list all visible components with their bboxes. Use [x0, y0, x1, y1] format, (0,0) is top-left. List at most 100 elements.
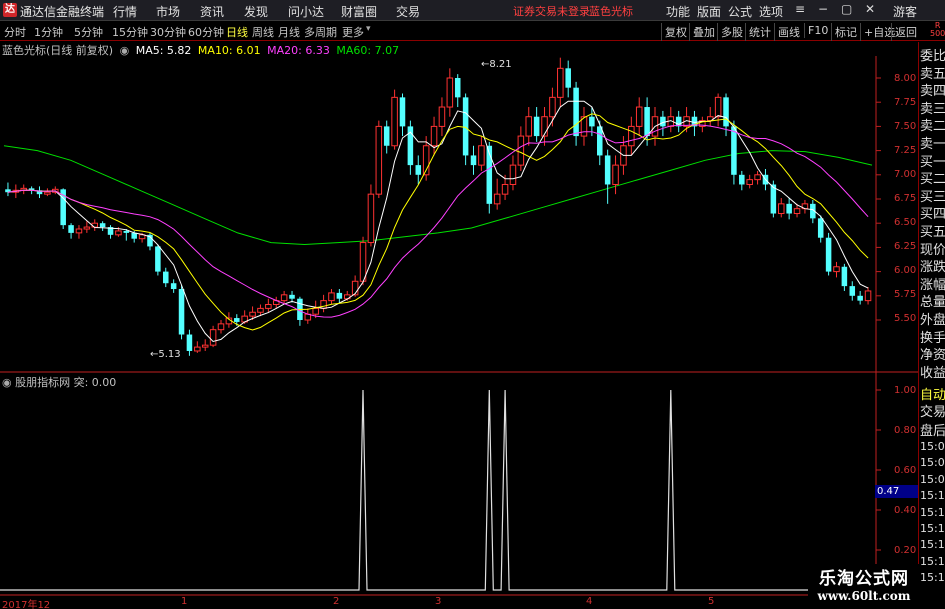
toolbar-stats[interactable]: 统计 [745, 23, 774, 41]
candle-body [209, 329, 217, 346]
period-tab-30min[interactable]: 30分钟 [150, 24, 186, 40]
toolbar-f10[interactable]: F10 [804, 23, 831, 38]
trade-label[interactable]: 盘后 [920, 420, 945, 439]
quote-label: 买三 [920, 189, 945, 205]
menu-function[interactable]: 功能 [666, 3, 690, 20]
toolbar-multi-stock[interactable]: 多股 [717, 23, 746, 41]
candle-body [194, 346, 201, 352]
restore-icon[interactable]: ▢ [841, 2, 852, 16]
candle-body [115, 230, 122, 236]
menu-trade[interactable]: 交易 [396, 3, 420, 20]
indicator-value-box: 0.47 [875, 485, 918, 498]
tick-time: 15:16 [920, 538, 945, 552]
candle-body [312, 307, 319, 315]
candle-body [849, 286, 856, 296]
menu-news[interactable]: 资讯 [200, 3, 224, 20]
guest-label[interactable]: 游客 [893, 3, 917, 20]
menu-formula[interactable]: 公式 [728, 3, 752, 20]
candle-body [573, 87, 579, 137]
x-axis-label: 2 [333, 596, 340, 607]
menu-market[interactable]: 市场 [156, 3, 180, 20]
menu-options[interactable]: 选项 [759, 3, 783, 20]
menu-icon[interactable]: ≡ [795, 2, 805, 16]
minimize-icon[interactable]: − [818, 2, 828, 16]
candle-body [565, 68, 571, 88]
quote-label: 卖二 [920, 119, 945, 135]
quote-label: 现价 [920, 242, 945, 258]
period-toolbar: 分时 1分钟 5分钟 15分钟 30分钟 60分钟 日线 周线 月线 多周期 更… [0, 21, 945, 41]
candle-body [391, 96, 398, 147]
period-tab-multi[interactable]: 多周期 [304, 24, 337, 40]
toolbar-back[interactable]: 返回 [891, 23, 920, 41]
candle-body [375, 125, 383, 195]
candle-body [336, 292, 343, 299]
toolbar-draw[interactable]: 画线 [774, 23, 803, 41]
toolbar-mark[interactable]: 标记 [831, 23, 860, 41]
price-tick: 8.00 [894, 73, 917, 84]
candle-body [383, 126, 390, 146]
candle-body [289, 294, 295, 299]
corner-badge[interactable]: R 500 [930, 22, 945, 38]
ma5-line [7, 100, 869, 343]
stock-name-badge: 蓝色光标 [589, 5, 633, 18]
candle-body [786, 203, 792, 214]
tick-time: 15:15 [920, 522, 945, 535]
quote-label: 卖四 [920, 84, 945, 100]
tick-time: 15:08 [920, 456, 945, 470]
candle-body [644, 107, 650, 137]
toolbar-overlay[interactable]: 叠加 [689, 23, 718, 41]
candle-body [612, 164, 619, 185]
candle-body [777, 203, 785, 215]
candle-body [597, 126, 603, 156]
candle-body [265, 304, 272, 309]
trade-label[interactable]: 交易 [920, 401, 945, 420]
period-tab-monthly[interactable]: 月线 [278, 24, 300, 40]
indicator-tick: 0.60 [894, 465, 917, 476]
candle-body [99, 223, 106, 228]
candle-body [864, 290, 872, 302]
indicator-settings-icon[interactable]: ◉ [2, 376, 12, 389]
price-chart[interactable] [0, 42, 918, 609]
more-dropdown-icon[interactable]: ▾ [366, 24, 371, 34]
price-tick: 7.25 [894, 145, 917, 156]
toolbar-adjust[interactable]: 复权 [661, 23, 690, 41]
x-axis-label: 4 [586, 596, 593, 607]
candle-body [217, 323, 225, 331]
indicator-tick: 1.00 [894, 385, 917, 396]
period-tab-5min[interactable]: 5分钟 [74, 24, 103, 40]
candle-body [825, 237, 832, 272]
indicator-title: 股朋指标网 突: 0.00 [15, 376, 117, 389]
price-tick: 5.50 [894, 313, 917, 324]
menu-quotes[interactable]: 行情 [113, 3, 137, 20]
menu-layout[interactable]: 版面 [697, 3, 721, 20]
candle-body [739, 174, 745, 185]
menu-wealth-circle[interactable]: 财富圈 [341, 3, 377, 20]
candle-body [320, 300, 327, 309]
quote-label: 买五 [920, 225, 945, 240]
period-tab-more[interactable]: 更多 [342, 24, 364, 40]
period-tab-daily[interactable]: 日线 [226, 24, 248, 40]
candle-body [501, 183, 509, 195]
x-axis-label: 2017年12 [2, 600, 51, 609]
candle-body [793, 208, 801, 215]
quote-label: 卖三 [920, 101, 945, 117]
period-tab-60min[interactable]: 60分钟 [188, 24, 224, 40]
indicator-tick: 0.20 [894, 545, 917, 556]
period-tab-15min[interactable]: 15分钟 [112, 24, 148, 40]
tick-time: 15:17 [920, 571, 945, 585]
candle-body [201, 344, 209, 348]
candle-body [367, 193, 375, 244]
x-axis-label: 1 [181, 596, 188, 607]
menu-discover[interactable]: 发现 [244, 3, 268, 20]
quote-label: 涨幅 [920, 277, 945, 293]
close-icon[interactable]: ✕ [865, 2, 875, 16]
menu-ask-xiaoda[interactable]: 问小达 [288, 3, 324, 20]
period-tab-1min[interactable]: 1分钟 [34, 24, 63, 40]
indicator-header: ◉ 股朋指标网 突: 0.00 [2, 374, 116, 390]
candle-body [123, 230, 130, 233]
price-tick: 7.75 [894, 97, 917, 108]
candle-body [249, 311, 256, 317]
login-warning[interactable]: 证券交易未登录 [513, 3, 590, 19]
period-tab-intraday[interactable]: 分时 [4, 24, 26, 40]
period-tab-weekly[interactable]: 周线 [252, 24, 274, 40]
